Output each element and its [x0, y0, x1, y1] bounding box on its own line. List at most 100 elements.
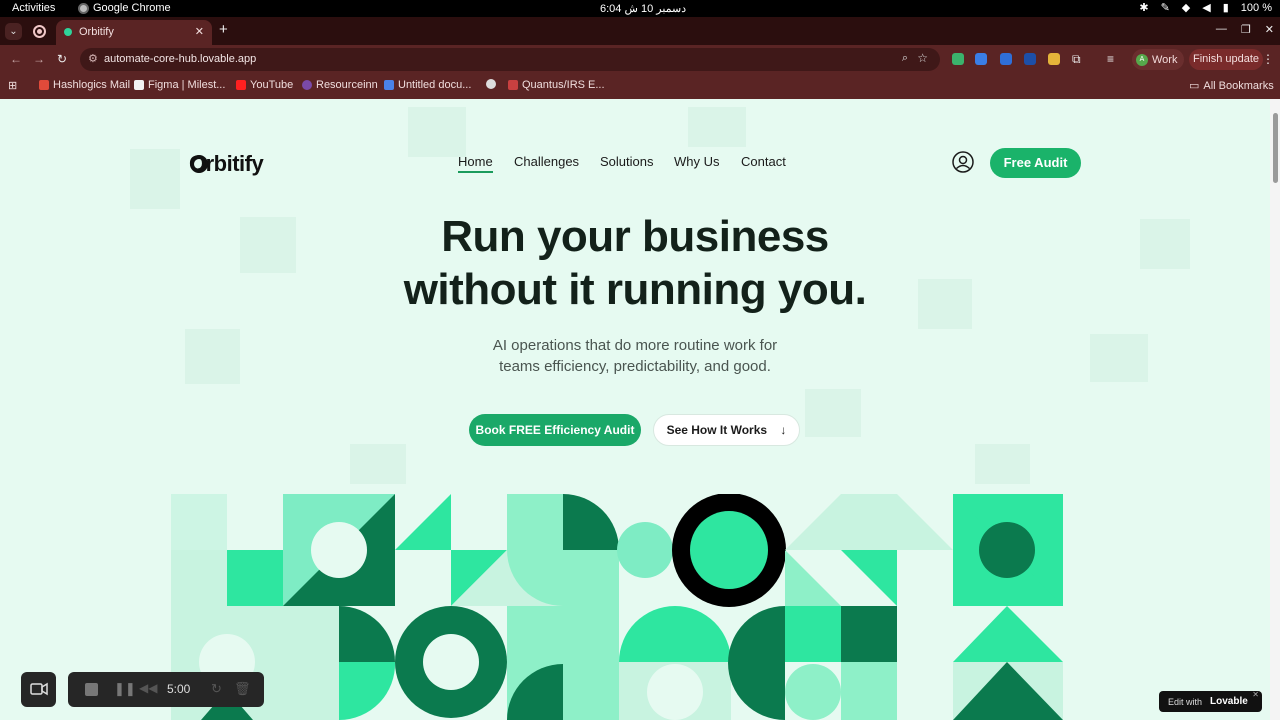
recorder-time: 5:00 — [167, 682, 191, 696]
nav-home[interactable]: Home — [458, 154, 493, 173]
media-controls-icon[interactable]: ≡ — [1107, 52, 1114, 66]
trash-icon[interactable]: 🗑 — [234, 681, 251, 697]
nav-challenges[interactable]: Challenges — [514, 154, 579, 169]
nav-why-us[interactable]: Why Us — [674, 154, 720, 169]
mosaic-tile — [841, 662, 897, 720]
user-account-icon[interactable] — [952, 151, 974, 173]
brand-logo[interactable]: Orbitify — [189, 151, 264, 177]
finish-update-button[interactable]: Finish update — [1189, 49, 1263, 70]
extension-wave-icon[interactable] — [1024, 53, 1036, 65]
close-tab-icon[interactable]: ✕ — [195, 25, 204, 38]
address-bar[interactable]: ⚙ automate-core-hub.lovable.app ⌕ ☆ — [80, 48, 940, 71]
close-badge-icon[interactable]: ✕ — [1252, 690, 1259, 699]
bg-tile — [130, 149, 180, 209]
extensions-puzzle-icon[interactable]: ⧉ — [1072, 52, 1081, 67]
clock[interactable]: 6:04 دسمبر 10 ش — [600, 2, 686, 15]
rewind-icon[interactable]: ◀◀ — [139, 681, 157, 695]
reload-icon[interactable]: ↻ — [57, 52, 67, 66]
mosaic-circle — [423, 634, 479, 690]
extension-coin-icon[interactable] — [1048, 53, 1060, 65]
edit-with-lovable-badge[interactable]: Edit with Lovable ✕ — [1159, 690, 1262, 712]
mosaic-circle — [647, 664, 703, 720]
nav-solutions[interactable]: Solutions — [600, 154, 653, 169]
profile-button[interactable]: A Work — [1132, 49, 1184, 70]
mosaic-triangle — [785, 550, 841, 606]
close-window-icon[interactable]: ✕ — [1265, 23, 1274, 36]
bookmark-quantus[interactable]: Quantus/IRS E... — [508, 79, 605, 91]
bookmark-untitled-doc[interactable]: Untitled docu... — [384, 79, 471, 91]
mosaic-tile — [841, 606, 897, 662]
wifi-icon: ◆ — [1181, 2, 1191, 14]
book-audit-button[interactable]: Book FREE Efficiency Audit — [469, 414, 641, 446]
favicon-icon — [64, 28, 72, 36]
minimize-icon[interactable]: — — [1216, 23, 1227, 36]
pause-icon[interactable]: ❚❚ — [114, 681, 136, 697]
scrollbar-thumb[interactable] — [1273, 113, 1278, 183]
gmail-icon — [39, 80, 49, 90]
mosaic-half — [728, 606, 785, 720]
extension-shield-icon[interactable] — [952, 53, 964, 65]
extension-gear-icon[interactable] — [1000, 53, 1012, 65]
bookmark-globe[interactable] — [486, 79, 496, 89]
edit-with-label: Edit with — [1168, 697, 1203, 707]
menu-kebab-icon[interactable]: ⋮ — [1262, 52, 1274, 66]
restart-icon[interactable]: ↻ — [211, 681, 222, 697]
apps-grid-icon[interactable]: ⊞ — [8, 79, 17, 92]
hero-subtext-line-1: AI operations that do more routine work … — [492, 337, 778, 354]
system-top-bar: Activities Google Chrome 6:04 دسمبر 10 ش… — [0, 0, 1280, 17]
mosaic-tile — [785, 606, 841, 662]
hero-headline-line-2: without it running you. — [403, 265, 867, 314]
window-controls: — ❐ ✕ — [1216, 23, 1274, 36]
battery-icon: ▮ — [1222, 2, 1229, 14]
mosaic-circle — [617, 522, 673, 578]
free-audit-button[interactable]: Free Audit — [990, 148, 1081, 178]
mosaic-tile — [283, 606, 339, 720]
url-text[interactable]: automate-core-hub.lovable.app — [104, 53, 256, 65]
bg-tile — [350, 444, 406, 484]
site-info-icon[interactable]: ⚙ — [88, 52, 98, 65]
arrow-down-icon: ↓ — [780, 423, 787, 437]
mosaic-circle — [785, 664, 841, 720]
hero-subtext-line-2: teams efficiency, predictability, and go… — [499, 358, 771, 375]
bookmark-hashlogics-mail[interactable]: Hashlogics Mail — [39, 79, 130, 91]
docs-icon — [384, 80, 394, 90]
hero-headline-line-1: Run your business — [441, 212, 829, 261]
resourceinn-icon — [302, 80, 312, 90]
profile-label: Work — [1152, 53, 1178, 66]
mosaic-quarter — [339, 662, 396, 720]
bookmark-resourceinn[interactable]: Resourceinn — [302, 79, 378, 91]
system-tray[interactable]: ✱ ✎ ◆ ◀ ▮ 100 % — [1139, 1, 1272, 15]
battery-level: 100 % — [1240, 1, 1272, 14]
extension-doc-icon[interactable] — [975, 53, 987, 65]
mosaic-tile — [227, 550, 283, 606]
mosaic-half — [619, 606, 731, 662]
activities-button[interactable]: Activities — [12, 2, 55, 14]
all-bookmarks[interactable]: ▭ All Bookmarks — [1189, 79, 1274, 93]
app-menu[interactable]: Google Chrome — [78, 2, 171, 14]
bookmarks-bar: ⊞ Hashlogics Mail Figma | Milest... YouT… — [0, 74, 1280, 99]
nav-contact[interactable]: Contact — [741, 154, 786, 169]
browser-tab-active[interactable]: Orbitify ✕ — [56, 20, 212, 45]
tab-strip: ⌄ Orbitify ✕ + — ❐ ✕ — [0, 17, 1280, 45]
bookmark-star-icon[interactable]: ☆ — [917, 51, 928, 65]
bookmark-figma[interactable]: Figma | Milest... — [134, 79, 225, 91]
maximize-icon[interactable]: ❐ — [1241, 23, 1251, 36]
mosaic-tile — [897, 606, 953, 720]
forward-icon[interactable]: → — [33, 52, 45, 66]
pen-icon: ✎ — [1160, 2, 1170, 14]
tab-search-button[interactable]: ⌄ — [5, 23, 22, 40]
mosaic-triangle — [395, 494, 451, 550]
zoom-icon[interactable]: ⌕ — [902, 52, 908, 65]
bookmark-youtube[interactable]: YouTube — [236, 79, 293, 91]
tab-title: Orbitify — [79, 26, 114, 38]
recording-indicator-icon — [33, 25, 46, 38]
globe-icon — [486, 79, 496, 89]
back-icon[interactable]: ← — [10, 52, 22, 66]
camera-icon — [30, 682, 48, 696]
see-how-it-works-button[interactable]: See How It Works ↓ — [653, 414, 800, 446]
page-scrollbar[interactable] — [1270, 99, 1280, 720]
new-tab-button[interactable]: + — [219, 21, 228, 38]
recorder-camera-button[interactable] — [21, 672, 56, 707]
stop-icon[interactable] — [85, 683, 98, 696]
mosaic-ring-inner — [690, 511, 768, 589]
